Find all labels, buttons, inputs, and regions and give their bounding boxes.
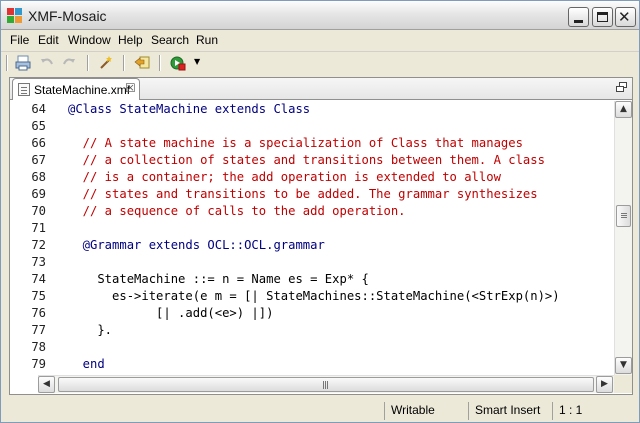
code-text[interactable]: @Grammar extends OCL::OCL.grammar [68, 237, 325, 254]
line-number: 68 [31, 170, 46, 184]
wand-icon[interactable] [98, 55, 114, 71]
code-line[interactable]: 75 es->iterate(e m = [| StateMachines::S… [10, 288, 614, 305]
toolbar-separator [159, 55, 161, 71]
line-number: 75 [31, 289, 46, 303]
code-text[interactable]: es->iterate(e m = [| StateMachines::Stat… [68, 288, 560, 305]
window-title: XMF-Mosaic [28, 8, 107, 24]
line-number: 65 [31, 119, 46, 133]
toolbar-separator [87, 55, 89, 71]
status-bar: Writable Smart Insert 1 : 1 [1, 399, 639, 422]
maximize-button[interactable] [592, 7, 613, 27]
menu-bar: File Edit Window Help Search Run [1, 31, 639, 50]
code-line[interactable]: 76 [| .add(<e>) |]) [10, 305, 614, 322]
app-window: XMF-Mosaic ✕ File Edit Window Help Searc… [0, 0, 640, 423]
code-text[interactable]: // a sequence of calls to the add operat… [68, 203, 406, 220]
code-line[interactable]: 79 end [10, 356, 614, 373]
line-number: 79 [31, 357, 46, 371]
vertical-scrollbar[interactable]: ▲ ▼ [614, 101, 632, 375]
code-line[interactable]: 68 // is a container; the add operation … [10, 169, 614, 186]
line-number: 77 [31, 323, 46, 337]
line-number: 72 [31, 238, 46, 252]
code-text[interactable]: end [68, 356, 105, 373]
code-line[interactable]: 74 StateMachine ::= n = Name es = Exp* { [10, 271, 614, 288]
code-line[interactable]: 66 // A state machine is a specializatio… [10, 135, 614, 152]
code-line[interactable]: 65 [10, 118, 614, 135]
undo-icon[interactable] [39, 55, 55, 71]
scroll-down-button[interactable]: ▼ [615, 357, 632, 374]
code-line[interactable]: 77 }. [10, 322, 614, 339]
status-writable: Writable [384, 402, 466, 420]
code-line[interactable]: 71 [10, 220, 614, 237]
code-line[interactable]: 78 [10, 339, 614, 356]
code-text[interactable]: // is a container; the add operation is … [68, 169, 501, 186]
close-icon: ✕ [618, 8, 631, 26]
line-number: 66 [31, 136, 46, 150]
scroll-right-button[interactable]: ▶ [596, 376, 613, 393]
app-logo-icon [7, 8, 23, 24]
scrollbar-corner [614, 375, 632, 393]
minimize-icon [574, 20, 583, 23]
code-text[interactable]: // states and transitions to be added. T… [68, 186, 538, 203]
editor-tab-strip: StateMachine.xmf ☒ [10, 78, 632, 100]
print-icon[interactable] [15, 55, 31, 71]
code-editor[interactable]: 64 @Class StateMachine extends Class 65 66 … [10, 101, 614, 375]
tab-label: StateMachine.xmf [34, 83, 131, 97]
toolbar: ▼ [1, 51, 639, 73]
menu-help[interactable]: Help [118, 33, 143, 47]
code-text[interactable]: // A state machine is a specialization o… [68, 135, 523, 152]
status-insert-mode: Smart Insert [468, 402, 550, 420]
code-text[interactable]: [| .add(<e>) |]) [68, 305, 273, 322]
tab-close-icon[interactable]: ☒ [125, 81, 136, 95]
line-number: 71 [31, 221, 46, 235]
run-dropdown-icon[interactable]: ▼ [194, 57, 200, 66]
code-text[interactable]: @Class StateMachine extends Class [68, 101, 310, 118]
title-bar[interactable]: XMF-Mosaic ✕ [1, 1, 639, 30]
line-number: 64 [31, 102, 46, 116]
toolbar-grip [6, 55, 8, 71]
line-number: 76 [31, 306, 46, 320]
code-line[interactable]: 70 // a sequence of calls to the add ope… [10, 203, 614, 220]
line-number: 67 [31, 153, 46, 167]
editor-pane: StateMachine.xmf ☒ 64 @Class StateMachine… [9, 77, 633, 395]
scroll-up-button[interactable]: ▲ [615, 101, 632, 118]
line-number: 74 [31, 272, 46, 286]
file-icon [18, 83, 30, 96]
run-icon[interactable] [170, 55, 186, 71]
scroll-left-button[interactable]: ◀ [38, 376, 55, 393]
line-number: 73 [31, 255, 46, 269]
menu-search[interactable]: Search [151, 33, 189, 47]
code-text[interactable]: // a collection of states and transition… [68, 152, 545, 169]
menu-run[interactable]: Run [196, 33, 218, 47]
horizontal-scroll-thumb[interactable] [58, 377, 594, 392]
code-line[interactable]: 73 [10, 254, 614, 271]
menu-edit[interactable]: Edit [38, 33, 59, 47]
code-text[interactable]: StateMachine ::= n = Name es = Exp* { [68, 271, 369, 288]
restore-view-icon[interactable] [616, 82, 628, 93]
tab-statemachine-xmf[interactable]: StateMachine.xmf ☒ [12, 78, 140, 100]
redo-icon[interactable] [61, 55, 77, 71]
close-button[interactable]: ✕ [615, 7, 636, 27]
code-line[interactable]: 72 @Grammar extends OCL::OCL.grammar [10, 237, 614, 254]
toolbar-separator [123, 55, 125, 71]
menu-window[interactable]: Window [68, 33, 111, 47]
line-number: 69 [31, 187, 46, 201]
code-line[interactable]: 67 // a collection of states and transit… [10, 152, 614, 169]
code-line[interactable]: 69 // states and transitions to be added… [10, 186, 614, 203]
line-number: 78 [31, 340, 46, 354]
horizontal-scrollbar[interactable]: ◀ ▶ [38, 375, 614, 393]
menu-file[interactable]: File [10, 33, 29, 47]
code-text[interactable]: }. [68, 322, 112, 339]
maximize-icon [597, 12, 608, 22]
back-history-icon[interactable] [134, 55, 150, 71]
code-line[interactable]: 64 @Class StateMachine extends Class [10, 101, 614, 118]
line-number: 70 [31, 204, 46, 218]
status-cursor-position: 1 : 1 [552, 402, 632, 420]
minimize-button[interactable] [568, 7, 589, 27]
vertical-scroll-thumb[interactable] [616, 205, 631, 227]
